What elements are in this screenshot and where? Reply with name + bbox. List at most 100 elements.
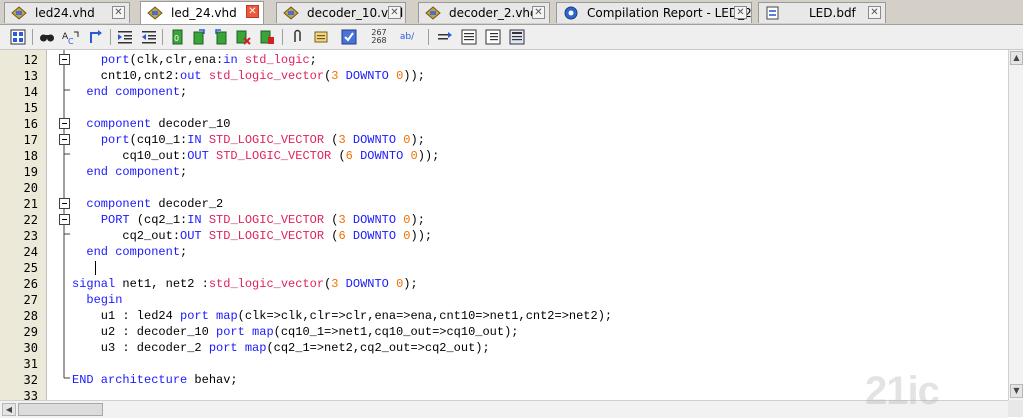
find-icon[interactable] xyxy=(38,28,56,46)
code-token: ; xyxy=(180,85,188,99)
code-line: 28 u1 : led24 port map(clk=>clk,clr=>clr… xyxy=(0,308,1008,324)
vhdl-file-icon xyxy=(147,6,163,20)
toggle-view-icon[interactable] xyxy=(508,28,526,46)
close-icon[interactable]: ✕ xyxy=(734,6,747,19)
code-token: (cq10_1: xyxy=(129,133,188,147)
code-token: ; xyxy=(180,245,188,259)
code-line: 19 end component; xyxy=(0,164,1008,180)
line-number: 16 xyxy=(23,117,38,131)
line-number: 30 xyxy=(23,341,38,355)
code-token: ( xyxy=(324,133,339,147)
code-text: PORT (cq2_1:IN STD_LOGIC_VECTOR (3 DOWNT… xyxy=(72,212,425,228)
code-token: (cq2_1: xyxy=(129,213,188,227)
toolbar-separator xyxy=(110,29,111,45)
code-text: end component; xyxy=(72,84,187,100)
code-token: ( xyxy=(331,149,346,163)
line-counter: 267 268 xyxy=(368,28,390,46)
vhdl-file-icon xyxy=(425,6,441,20)
tab-compilation-report[interactable]: Compilation Report - LED_24 ✕ xyxy=(556,2,752,23)
goto-line-icon[interactable] xyxy=(86,28,104,46)
code-token: cnt10,cnt2: xyxy=(72,69,181,83)
vertical-scrollbar[interactable]: ▲ ▼ xyxy=(1008,50,1023,400)
find-replace-icon[interactable]: AC xyxy=(62,28,80,46)
grid-icon[interactable] xyxy=(9,28,27,46)
code-token: u2 : decoder_10 xyxy=(72,325,217,339)
code-token: u1 : led24 xyxy=(72,309,181,323)
scroll-left-arrow-icon[interactable]: ◀ xyxy=(2,403,16,416)
uncomment-block-icon[interactable] xyxy=(484,28,502,46)
code-token: ); xyxy=(410,133,425,147)
code-token: behav; xyxy=(187,373,238,387)
svg-text:C: C xyxy=(68,37,74,45)
line-number: 31 xyxy=(23,357,38,371)
bookmark-next-icon[interactable] xyxy=(190,28,208,46)
code-token: ); xyxy=(403,277,418,291)
tab-label: Compilation Report - LED_24 xyxy=(587,6,751,20)
close-icon[interactable]: ✕ xyxy=(868,6,881,19)
tab-led-24-vhd[interactable]: led_24.vhd ✕ xyxy=(140,1,264,24)
attach-icon[interactable] xyxy=(288,28,306,46)
code-token: 6 xyxy=(338,229,346,243)
insert-template-icon[interactable] xyxy=(312,28,330,46)
syntax-check-icon[interactable] xyxy=(340,28,358,46)
code-line: 30 u3 : decoder_2 port map(cq2_1=>net2,c… xyxy=(0,340,1008,356)
horizontal-scrollbar[interactable]: ◀ xyxy=(0,400,1008,418)
fold-toggle-icon[interactable] xyxy=(59,118,70,129)
code-line: 15 xyxy=(0,100,1008,116)
fold-toggle-icon[interactable] xyxy=(59,214,70,225)
line-number: 12 xyxy=(23,53,38,67)
bookmark-delete-icon[interactable] xyxy=(258,28,276,46)
code-token: std_logic_vector xyxy=(208,277,325,291)
code-text: u1 : led24 port map(clk=>clk,clr=>clr,en… xyxy=(72,308,612,324)
code-editor[interactable]: 12 port(clk,clr,ena:in std_logic; 13 cnt1… xyxy=(0,50,1008,403)
line-number: 28 xyxy=(23,309,38,323)
svg-text:0: 0 xyxy=(174,34,179,43)
code-token: DOWNTO xyxy=(345,277,389,291)
code-text: cq2_out:OUT STD_LOGIC_VECTOR (6 DOWNTO 0… xyxy=(72,228,432,244)
code-token: ( xyxy=(324,229,339,243)
line-number: 25 xyxy=(23,261,38,275)
fold-toggle-icon[interactable] xyxy=(59,198,70,209)
indent-icon[interactable] xyxy=(116,28,134,46)
code-line: 13 cnt10,cnt2:out std_logic_vector(3 DOW… xyxy=(0,68,1008,84)
code-token: ; xyxy=(309,53,317,67)
code-line: 29 u2 : decoder_10 port map(cq10_1=>net1… xyxy=(0,324,1008,340)
code-token: net1, net2 : xyxy=(115,277,209,291)
word-wrap-label: ab/ xyxy=(399,32,415,42)
line-number: 15 xyxy=(23,101,38,115)
tab-led24-vhd[interactable]: led24.vhd ✕ xyxy=(4,2,130,23)
fold-toggle-icon[interactable] xyxy=(59,54,70,65)
tab-led-bdf[interactable]: LED.bdf ✕ xyxy=(758,2,886,23)
tab-decoder-2-vhd[interactable]: decoder_2.vhd ✕ xyxy=(418,2,550,23)
line-number: 32 xyxy=(23,373,38,387)
outdent-icon[interactable] xyxy=(140,28,158,46)
close-icon[interactable]: ✕ xyxy=(388,6,401,19)
line-number: 14 xyxy=(23,85,38,99)
word-wrap-button[interactable]: ab/ xyxy=(396,28,418,46)
close-icon[interactable]: ✕ xyxy=(112,6,125,19)
bookmark-previous-icon[interactable] xyxy=(212,28,230,46)
code-line: 26 signal net1, net2 :std_logic_vector(3 … xyxy=(0,276,1008,292)
tab-decoder-10-vhd[interactable]: decoder_10.vhd ✕ xyxy=(276,2,406,23)
close-icon[interactable]: ✕ xyxy=(246,5,259,18)
text-cursor xyxy=(95,261,96,275)
scroll-up-arrow-icon[interactable]: ▲ xyxy=(1010,51,1023,65)
fold-toggle-icon[interactable] xyxy=(59,134,70,145)
code-token: )); xyxy=(403,69,425,83)
code-text: end component; xyxy=(72,164,187,180)
close-icon[interactable]: ✕ xyxy=(532,6,545,19)
code-token: STD_LOGIC_VECTOR xyxy=(208,229,325,243)
enter-line-icon[interactable] xyxy=(436,28,454,46)
bookmark-clear-icon[interactable] xyxy=(234,28,252,46)
bookmark-toggle-icon[interactable]: 0 xyxy=(168,28,186,46)
horizontal-scroll-thumb[interactable] xyxy=(18,403,103,416)
code-text: cnt10,cnt2:out std_logic_vector(3 DOWNTO… xyxy=(72,68,425,84)
comment-block-icon[interactable] xyxy=(460,28,478,46)
